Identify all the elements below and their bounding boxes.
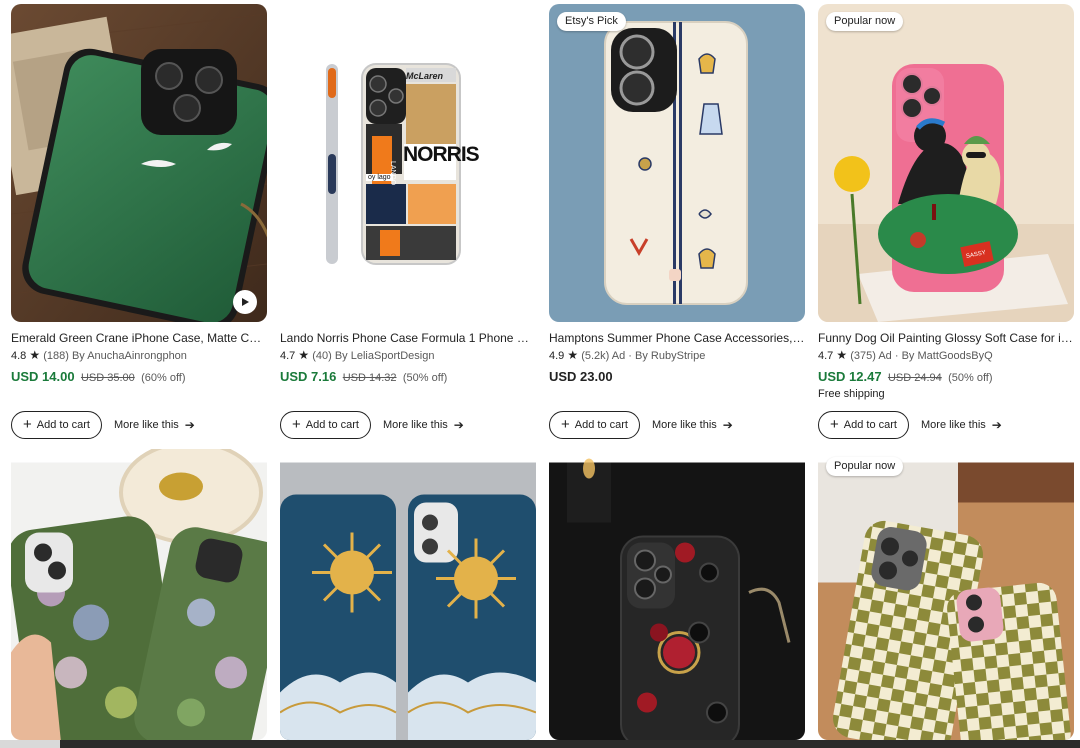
case-name-text: NORRIS: [403, 143, 480, 166]
add-to-cart-label: Add to cart: [843, 419, 897, 431]
arrow-right-icon: ➔: [453, 418, 464, 432]
more-like-this-link[interactable]: More like this ➔: [114, 418, 195, 432]
star-icon: ★: [29, 348, 41, 362]
popular-now-badge: Popular now: [826, 457, 904, 476]
product-title[interactable]: Emerald Green Crane iPhone Case, Matte C…: [11, 330, 267, 346]
ad-label: Ad: [878, 350, 892, 362]
add-to-cart-button[interactable]: + Add to cart: [549, 411, 640, 439]
taskbar-strip: [0, 740, 1080, 748]
add-to-cart-button[interactable]: + Add to cart: [818, 411, 909, 439]
case-brand-text: McLaren: [406, 71, 444, 81]
plus-icon: +: [23, 416, 32, 433]
popular-now-badge: Popular now: [826, 12, 904, 31]
arrow-right-icon: ➔: [722, 418, 733, 432]
discount-label: (50% off): [948, 372, 993, 384]
star-icon: ★: [567, 348, 579, 362]
price-row: USD 14.00 USD 35.00 (60% off): [11, 369, 186, 386]
more-like-this-label: More like this: [921, 419, 986, 431]
review-count: (40): [312, 350, 332, 362]
add-to-cart-button[interactable]: + Add to cart: [280, 411, 371, 439]
review-count: (375): [850, 350, 876, 362]
add-to-cart-label: Add to cart: [305, 419, 359, 431]
star-icon: ★: [298, 348, 310, 362]
dot-separator: ·: [628, 350, 632, 362]
dot-separator: ·: [894, 350, 899, 362]
original-price: USD 14.32: [342, 372, 397, 384]
price-row: USD 23.00: [549, 369, 613, 385]
shop-byline[interactable]: By AnuchaAinrongphon: [72, 350, 187, 362]
discount-label: (60% off): [141, 372, 186, 384]
product-image[interactable]: [11, 449, 267, 740]
add-to-cart-button[interactable]: + Add to cart: [11, 411, 102, 439]
free-shipping-label: Free shipping: [818, 388, 885, 400]
arrow-right-icon: ➔: [991, 418, 1002, 432]
price: USD 23.00: [549, 369, 613, 384]
etsys-pick-badge: Etsy's Pick: [557, 12, 626, 31]
review-count: (5.2k): [581, 350, 610, 362]
sale-price: USD 12.47: [818, 369, 882, 384]
discount-label: (50% off): [402, 372, 448, 384]
product-title[interactable]: Funny Dog Oil Painting Glossy Soft Case …: [818, 330, 1074, 346]
product-image[interactable]: Popular now: [818, 449, 1074, 740]
price-row: USD 12.47 USD 24.94 (50% off): [818, 369, 993, 386]
sale-price: USD 7.16: [280, 369, 337, 384]
more-like-this-label: More like this: [652, 419, 717, 431]
star-icon: ★: [836, 348, 848, 362]
more-like-this-link[interactable]: More like this ➔: [652, 418, 733, 432]
product-meta: 4.7 ★ (40) By LeliaSportDesign: [280, 348, 434, 363]
product-title[interactable]: Lando Norris Phone Case Formula 1 Phone …: [280, 330, 536, 346]
more-like-this-label: More like this: [114, 419, 179, 431]
rating-value: 4.9: [549, 350, 565, 362]
product-image[interactable]: [549, 449, 805, 740]
more-like-this-link[interactable]: More like this ➔: [921, 418, 1002, 432]
product-image[interactable]: [280, 449, 536, 740]
product-image[interactable]: Popular now: [818, 4, 1074, 322]
product-meta: 4.9 ★ (5.2k) Ad · By RubyStripe: [549, 348, 705, 363]
product-title[interactable]: Hamptons Summer Phone Case Accessories, …: [549, 330, 805, 346]
original-price: USD 35.00: [80, 372, 135, 384]
more-like-this-label: More like this: [383, 419, 448, 431]
review-count: (188): [43, 350, 69, 362]
shop-byline[interactable]: By RubyStripe: [635, 350, 705, 362]
taskbar-segment: [0, 740, 60, 748]
original-price: USD 24.94: [887, 372, 942, 384]
sale-price: USD 14.00: [11, 369, 75, 384]
more-like-this-link[interactable]: More like this ➔: [383, 418, 464, 432]
add-to-cart-label: Add to cart: [574, 419, 628, 431]
product-meta: 4.7 ★ (375) Ad · By MattGoodsByQ: [818, 348, 993, 363]
price-row: USD 7.16 USD 14.32 (50% off): [280, 369, 447, 386]
product-image[interactable]: [11, 4, 267, 322]
plus-icon: +: [561, 416, 570, 433]
add-to-cart-label: Add to cart: [36, 419, 90, 431]
product-image[interactable]: Etsy's Pick: [549, 4, 805, 322]
plus-icon: +: [292, 416, 301, 433]
arrow-right-icon: ➔: [184, 418, 195, 432]
case-small-text: oy lago: [366, 174, 393, 181]
rating-value: 4.7: [280, 350, 296, 362]
rating-value: 4.7: [818, 350, 834, 362]
shop-byline[interactable]: By MattGoodsByQ: [902, 350, 993, 362]
ad-label: Ad: [611, 350, 626, 362]
rating-value: 4.8: [11, 350, 27, 362]
plus-icon: +: [830, 416, 839, 433]
product-meta: 4.8 ★ (188) By AnuchaAinrongphon: [11, 348, 187, 363]
play-icon[interactable]: [233, 290, 257, 314]
shop-byline[interactable]: By LeliaSportDesign: [335, 350, 435, 362]
